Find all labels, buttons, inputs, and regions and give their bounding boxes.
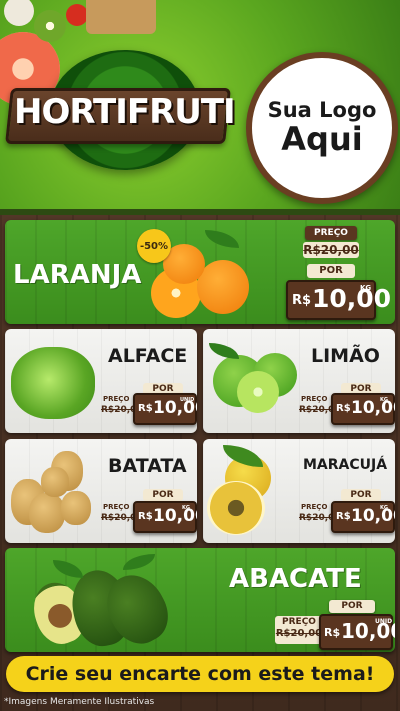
product-name: MARACUJÁ <box>303 457 388 473</box>
garlic-icon <box>4 0 34 26</box>
currency: R$ <box>138 511 153 522</box>
tomato-icon <box>66 4 88 26</box>
product-card-maracuja[interactable]: MARACUJÁ POR PREÇO R$20,00 R$ 10,00 KG <box>203 439 395 543</box>
from-label: PREÇO <box>301 395 328 403</box>
currency: R$ <box>336 403 351 414</box>
product-name: BATATA <box>108 455 187 477</box>
orange-icon <box>197 260 249 314</box>
price-box: R$ 10,00 KG <box>331 393 395 425</box>
product-card-abacate[interactable]: ABACATE POR PREÇO R$20,00 R$ 10,00 UNID <box>5 548 395 652</box>
product-card-limao[interactable]: LIMÃO POR PREÇO R$20,00 R$ 10,00 KG <box>203 329 395 433</box>
from-label: PREÇO <box>103 503 130 511</box>
unit: KG <box>380 397 388 403</box>
from-label-box: PREÇO R$20,00 <box>275 616 323 644</box>
product-card-laranja[interactable]: LARANJA PREÇO R$20,00 POR R$ 10,00 KG <box>5 220 395 324</box>
unit: UNID <box>375 618 393 625</box>
logo-line1: Sua Logo <box>267 97 377 122</box>
leaf-icon <box>53 560 83 578</box>
old-price: R$20,00 <box>275 628 323 640</box>
lettuce-icon <box>11 347 95 419</box>
product-card-batata[interactable]: BATATA POR PREÇO R$20,00 R$ 10,00 KG <box>5 439 197 543</box>
brand-title: HORTIFRUTI <box>14 92 236 132</box>
old-price-text: R$20,00 <box>275 628 323 639</box>
potato-icon <box>41 467 69 497</box>
from-label: PREÇO <box>103 395 130 403</box>
unit: KG <box>182 505 190 511</box>
price-box: R$ 10,00 KG <box>133 501 197 533</box>
product-card-alface[interactable]: ALFACE POR PREÇO R$20,00 R$ 10,00 UNID <box>5 329 197 433</box>
por-label: POR <box>307 264 355 278</box>
kiwi-icon <box>34 10 66 42</box>
price-value: 10,00 <box>351 506 395 526</box>
price-box: R$ 10,00 KG <box>286 280 391 320</box>
logo-placeholder[interactable]: Sua Logo Aqui <box>246 52 398 204</box>
currency: R$ <box>138 403 153 414</box>
currency: R$ <box>292 293 312 308</box>
old-price-text: R$20,00 <box>303 243 359 257</box>
from-label: PREÇO <box>301 503 328 511</box>
cta-banner[interactable]: Crie seu encarte com este tema! <box>6 656 394 692</box>
potato-icon <box>29 493 65 533</box>
price-box: R$ 10,00 UNID <box>133 393 197 425</box>
price-value: 10,00 <box>153 506 197 526</box>
flyer-page: HORTIFRUTI Sua Logo Aqui LARANJA PREÇO R… <box>0 0 400 711</box>
por-label: POR <box>329 600 375 613</box>
product-name: LIMÃO <box>311 345 380 367</box>
paper-bag-icon <box>86 0 156 34</box>
price-box: R$ 10,00 UNID <box>319 614 395 650</box>
price-box: R$ 10,00 KG <box>331 501 395 533</box>
passion-fruit-half-icon <box>207 481 265 535</box>
potato-icon <box>61 491 91 525</box>
currency: R$ <box>336 511 351 522</box>
from-label: PREÇO <box>282 617 316 627</box>
unit: KG <box>380 505 388 511</box>
from-label: PREÇO <box>305 226 357 240</box>
price-value: 10,00 <box>312 284 392 313</box>
leaf-icon <box>209 343 239 359</box>
unit: UNID <box>180 397 195 403</box>
product-name: ALFACE <box>108 345 188 367</box>
product-name: LARANJA <box>13 260 142 290</box>
por-label: POR <box>143 489 183 501</box>
leaf-icon <box>205 230 239 248</box>
lime-slice-icon <box>237 371 279 413</box>
disclaimer: *Imagens Meramente Ilustrativas <box>4 697 155 707</box>
header: HORTIFRUTI Sua Logo Aqui <box>0 0 400 215</box>
old-price: R$20,00 <box>303 242 359 258</box>
currency: R$ <box>324 626 341 639</box>
logo-line2: Aqui <box>281 119 363 158</box>
leaf-icon <box>123 554 155 570</box>
por-label: POR <box>341 489 381 501</box>
discount-badge: -50% <box>137 229 171 263</box>
price-value: 10,00 <box>351 398 395 418</box>
product-name: ABACATE <box>229 564 362 594</box>
unit: KG <box>360 284 372 292</box>
cta-text: Crie seu encarte com este tema! <box>25 663 375 685</box>
